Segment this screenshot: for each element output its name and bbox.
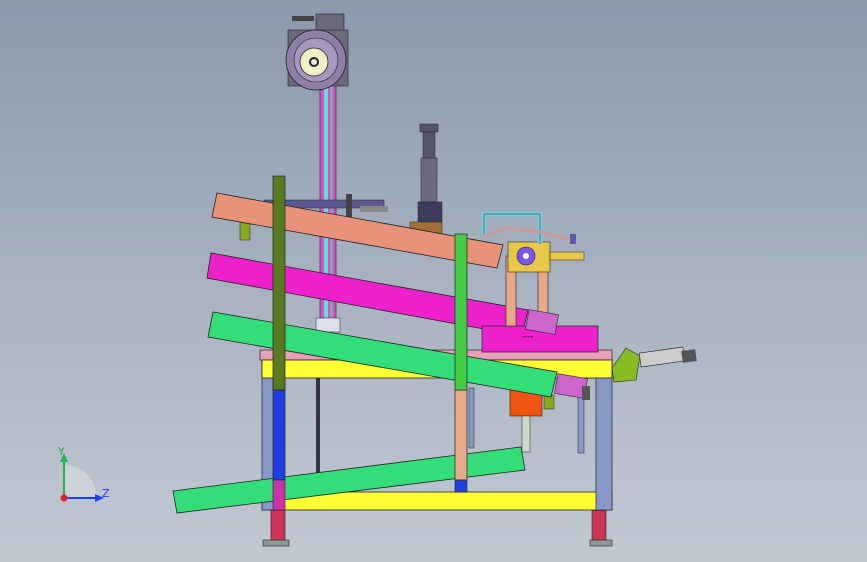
scanner-handle [611,346,697,383]
rail-endcap-green-outer [582,386,590,400]
carriage-label: ꟸꟸꟸꟸ [522,336,534,342]
coordinate-triad-icon: Y Z [57,445,110,502]
axis-y-label: Y [57,445,65,458]
vertical-cylinder [409,123,443,235]
sensor-stage [507,241,585,273]
frame-inner-post-right [577,394,585,454]
foot-left [262,509,290,547]
post-green-center [454,233,468,391]
foot-right [589,509,613,547]
machine-assembly: ꟸꟸꟸꟸ Y Z [57,13,697,547]
motor-assembly [285,13,349,91]
cad-viewport[interactable]: ꟸꟸꟸꟸ Y Z [0,0,867,562]
front-leg-left [272,377,286,511]
front-leg-center [454,389,468,493]
post-olive-left [272,175,286,391]
frame-inner-post-right-2 [468,387,475,449]
teal-bracket [481,211,576,244]
axis-z-label: Z [102,487,110,500]
frame-right-upright [595,359,613,511]
